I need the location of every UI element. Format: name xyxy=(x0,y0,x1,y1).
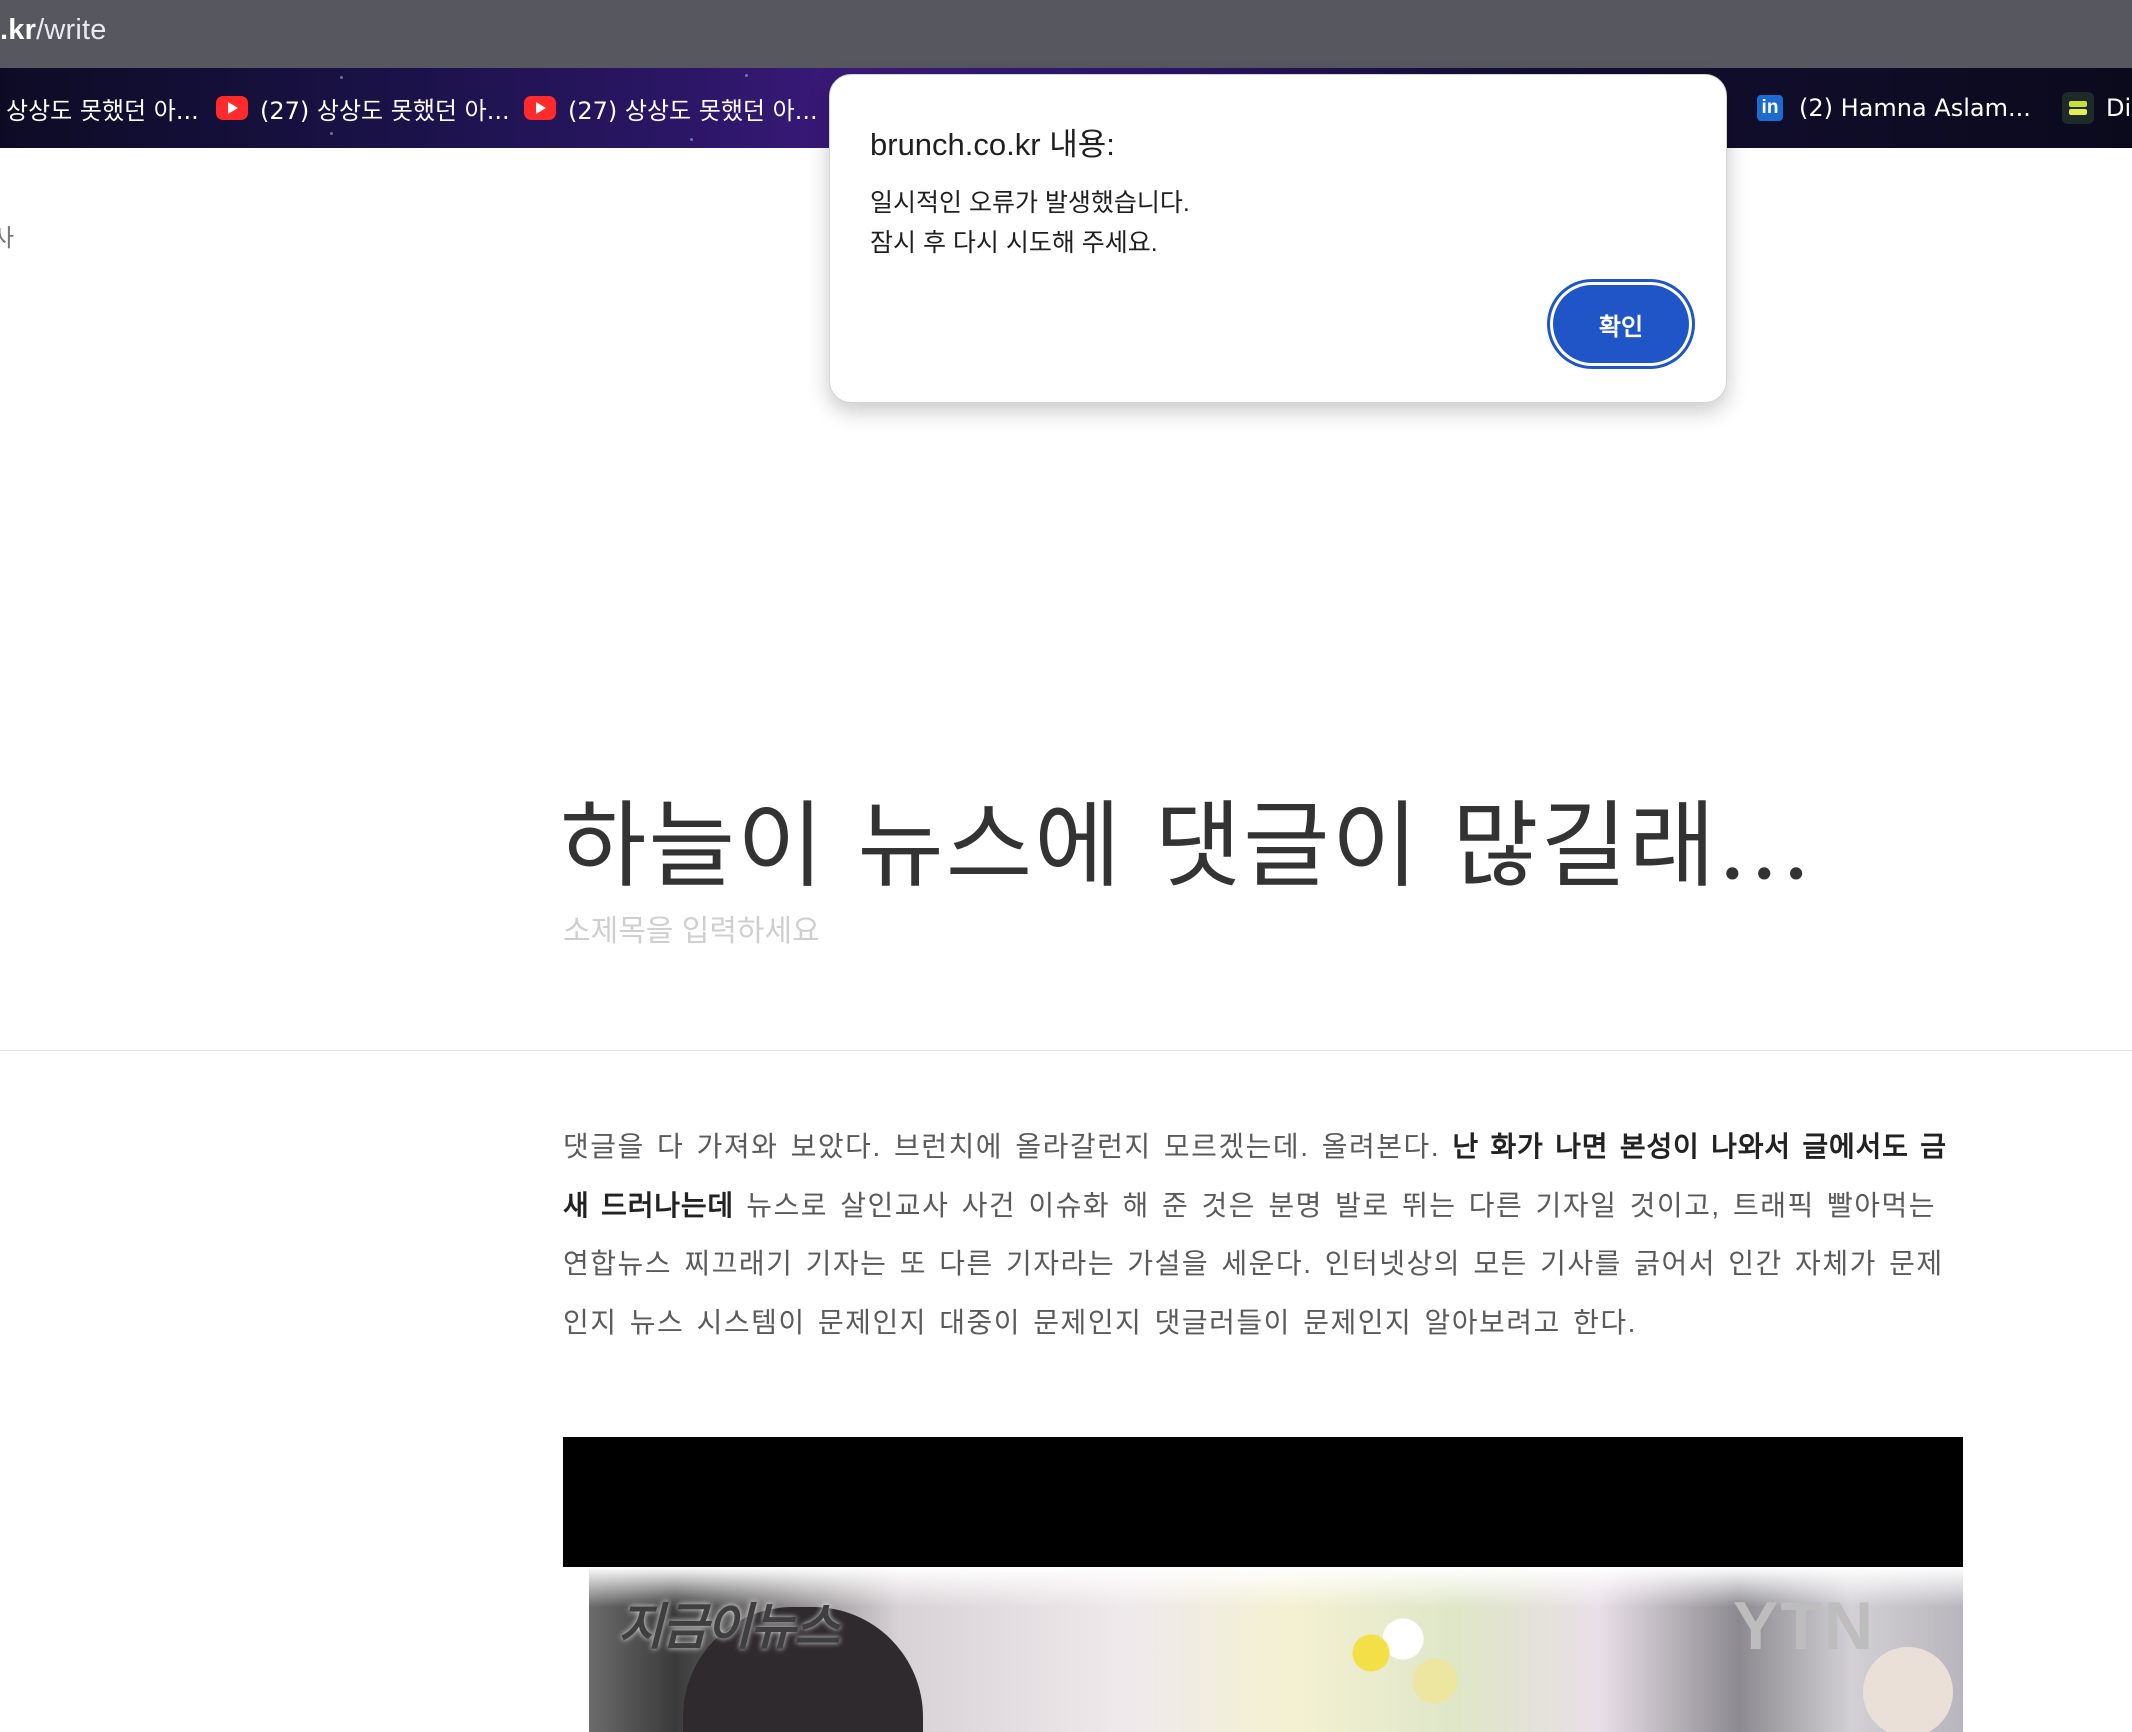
thumbnail-child xyxy=(1863,1647,1953,1732)
subtitle-input[interactable]: 소제목을 입력하세요 xyxy=(563,906,820,950)
youtube-icon xyxy=(216,96,248,120)
confirm-button[interactable]: 확인 xyxy=(1553,285,1689,363)
stack-icon xyxy=(2062,92,2094,124)
bookmark-label: Di xyxy=(2106,94,2132,122)
address-path: /write xyxy=(36,14,107,46)
address-url[interactable]: .kr/write xyxy=(0,14,107,47)
bookmark-item[interactable]: Di xyxy=(2062,90,2131,126)
post-body[interactable]: 댓글을 다 가져와 보았다. 브런치에 올라갈런지 모르겠는데. 올려본다. 난… xyxy=(563,1118,1967,1353)
background-star xyxy=(340,76,343,79)
bookmark-label: (27) 상상도 못했던 아... xyxy=(260,96,510,125)
side-menu-fragment[interactable]: 사 xyxy=(0,218,14,253)
ytn-logo: YTN xyxy=(1733,1588,1875,1664)
dialog-message: 일시적인 오류가 발생했습니다. 잠시 후 다시 시도해 주세요. xyxy=(870,183,1190,263)
news-logo: 지금이뉴스 xyxy=(618,1598,840,1656)
background-star xyxy=(690,138,693,141)
dialog-message-line: 잠시 후 다시 시도해 주세요. xyxy=(870,229,1158,257)
bookmark-label: 상상도 못했던 아... xyxy=(6,96,199,125)
body-text-span: 댓글을 다 가져와 보았다. 브런치에 올라갈런지 모르겠는데. 올려본다. xyxy=(563,1131,1453,1162)
dialog-title: brunch.co.kr 내용: xyxy=(870,127,1115,162)
alert-dialog: brunch.co.kr 내용: 일시적인 오류가 발생했습니다. 잠시 후 다… xyxy=(829,74,1727,403)
address-domain: .kr xyxy=(0,14,37,46)
background-star xyxy=(745,74,748,77)
dialog-message-line: 일시적인 오류가 발생했습니다. xyxy=(870,189,1190,217)
bookmark-item[interactable]: (27) 상상도 못했던 아... xyxy=(216,90,510,126)
youtube-icon xyxy=(524,96,556,120)
bookmark-label: (2) Hamna Aslam... xyxy=(1799,94,2031,122)
bookmark-label: (27) 상상도 못했던 아... xyxy=(568,96,818,125)
bookmark-item[interactable]: (27) 상상도 못했던 아... xyxy=(524,90,818,126)
thumbnail-flowers xyxy=(1323,1597,1483,1732)
bookmark-item[interactable]: 상상도 못했던 아... xyxy=(6,90,199,126)
divider xyxy=(0,1050,2132,1051)
background-star xyxy=(330,132,333,135)
address-bar[interactable]: .kr/write xyxy=(0,0,2132,68)
bookmark-item[interactable]: in (2) Hamna Aslam... xyxy=(1757,90,2031,126)
post-title[interactable]: 하늘이 뉴스에 댓글이 많길래... xyxy=(560,770,1813,906)
linkedin-icon: in xyxy=(1757,95,1783,121)
embedded-video-thumbnail[interactable]: 지금이뉴스 YTN xyxy=(563,1437,1963,1732)
body-text-span: 뉴스로 살인교사 사건 이슈화 해 준 것은 분명 발로 뛰는 다른 기자일 것… xyxy=(563,1189,1944,1339)
thumbnail-image: 지금이뉴스 YTN xyxy=(563,1567,1963,1732)
